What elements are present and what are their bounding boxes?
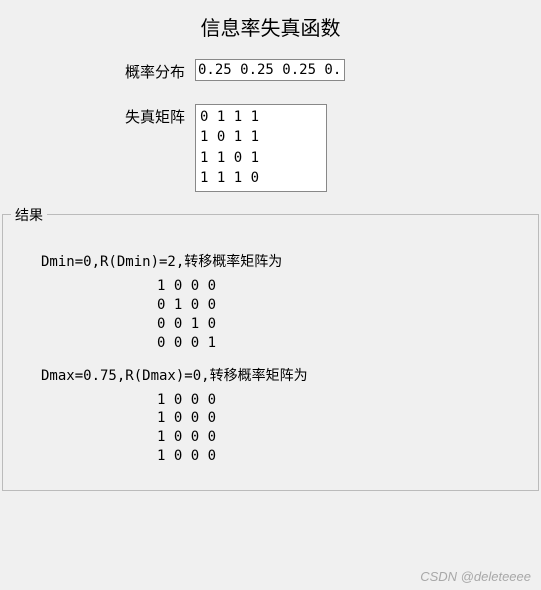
dmax-result-line: Dmax=0.75,R(Dmax)=0,转移概率矩阵为 xyxy=(41,365,524,385)
dmax-transition-matrix: 1 0 0 0 1 0 0 0 1 0 0 0 1 0 0 0 xyxy=(17,391,524,467)
probability-input[interactable] xyxy=(195,59,345,81)
results-groupbox: 结果 Dmin=0,R(Dmin)=2,转移概率矩阵为 1 0 0 0 0 1 … xyxy=(2,214,539,491)
watermark-text: CSDN @deleteeee xyxy=(420,569,531,584)
dmin-result-line: Dmin=0,R(Dmin)=2,转移概率矩阵为 xyxy=(41,251,524,271)
page-title: 信息率失真函数 xyxy=(0,0,541,59)
probability-row: 概率分布 xyxy=(0,59,541,82)
dmin-transition-matrix: 1 0 0 0 0 1 0 0 0 0 1 0 0 0 0 1 xyxy=(17,277,524,353)
distortion-matrix-row: 失真矩阵 xyxy=(0,104,541,192)
distortion-matrix-input[interactable] xyxy=(195,104,327,192)
results-legend: 结果 xyxy=(11,205,47,225)
probability-label: 概率分布 xyxy=(0,59,195,82)
distortion-matrix-label: 失真矩阵 xyxy=(0,104,195,127)
